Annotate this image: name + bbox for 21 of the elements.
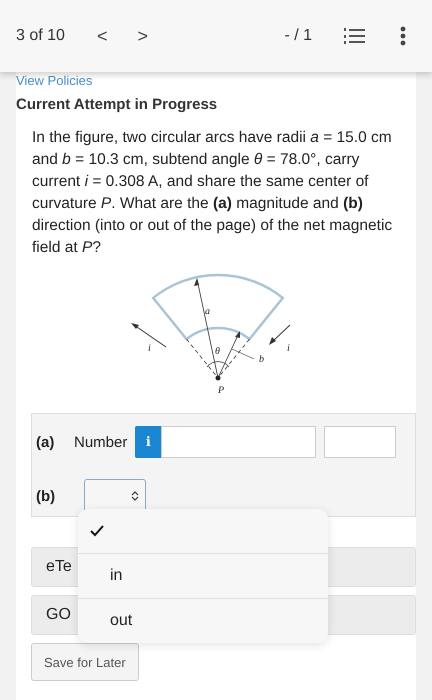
info-button[interactable]: i [135,426,162,458]
numbered-list-icon[interactable] [344,26,366,46]
question-text: In the figure, two circular arcs have radii a = 15.0 cm and b = 10.3 cm, subtend angle θ = 78.0°, carry current i = 0.308 A, and share the same center of curvature P. What are the (a) magnitude and (b) direction (into or out of the page) of the net magnetic field at P? [32,128,394,258]
question-counter: 3 of 10 [16,27,65,45]
units-input-field[interactable] [324,426,396,458]
part-label: (a) [36,434,56,450]
score-text: - / 1 [284,27,312,45]
previous-button[interactable]: < [88,26,116,46]
menu-option[interactable]: out [78,599,328,643]
more-icon[interactable] [400,26,406,46]
field-type-label: Number [74,434,128,450]
next-button[interactable]: > [129,26,156,46]
number-input-field[interactable] [161,426,316,458]
save-for-later-button[interactable]: Save for Later [31,643,139,681]
view-policies-link[interactable]: View Policies [16,73,92,88]
menu-option[interactable]: in [78,554,328,599]
circular-arcs-drawing: a θ b i i P [102,267,322,399]
checkmark-icon [90,525,104,537]
part-label: (b) [36,488,56,504]
chevron-updown-icon [131,491,139,501]
attempt-heading: Current Attempt in Progress [16,96,218,113]
